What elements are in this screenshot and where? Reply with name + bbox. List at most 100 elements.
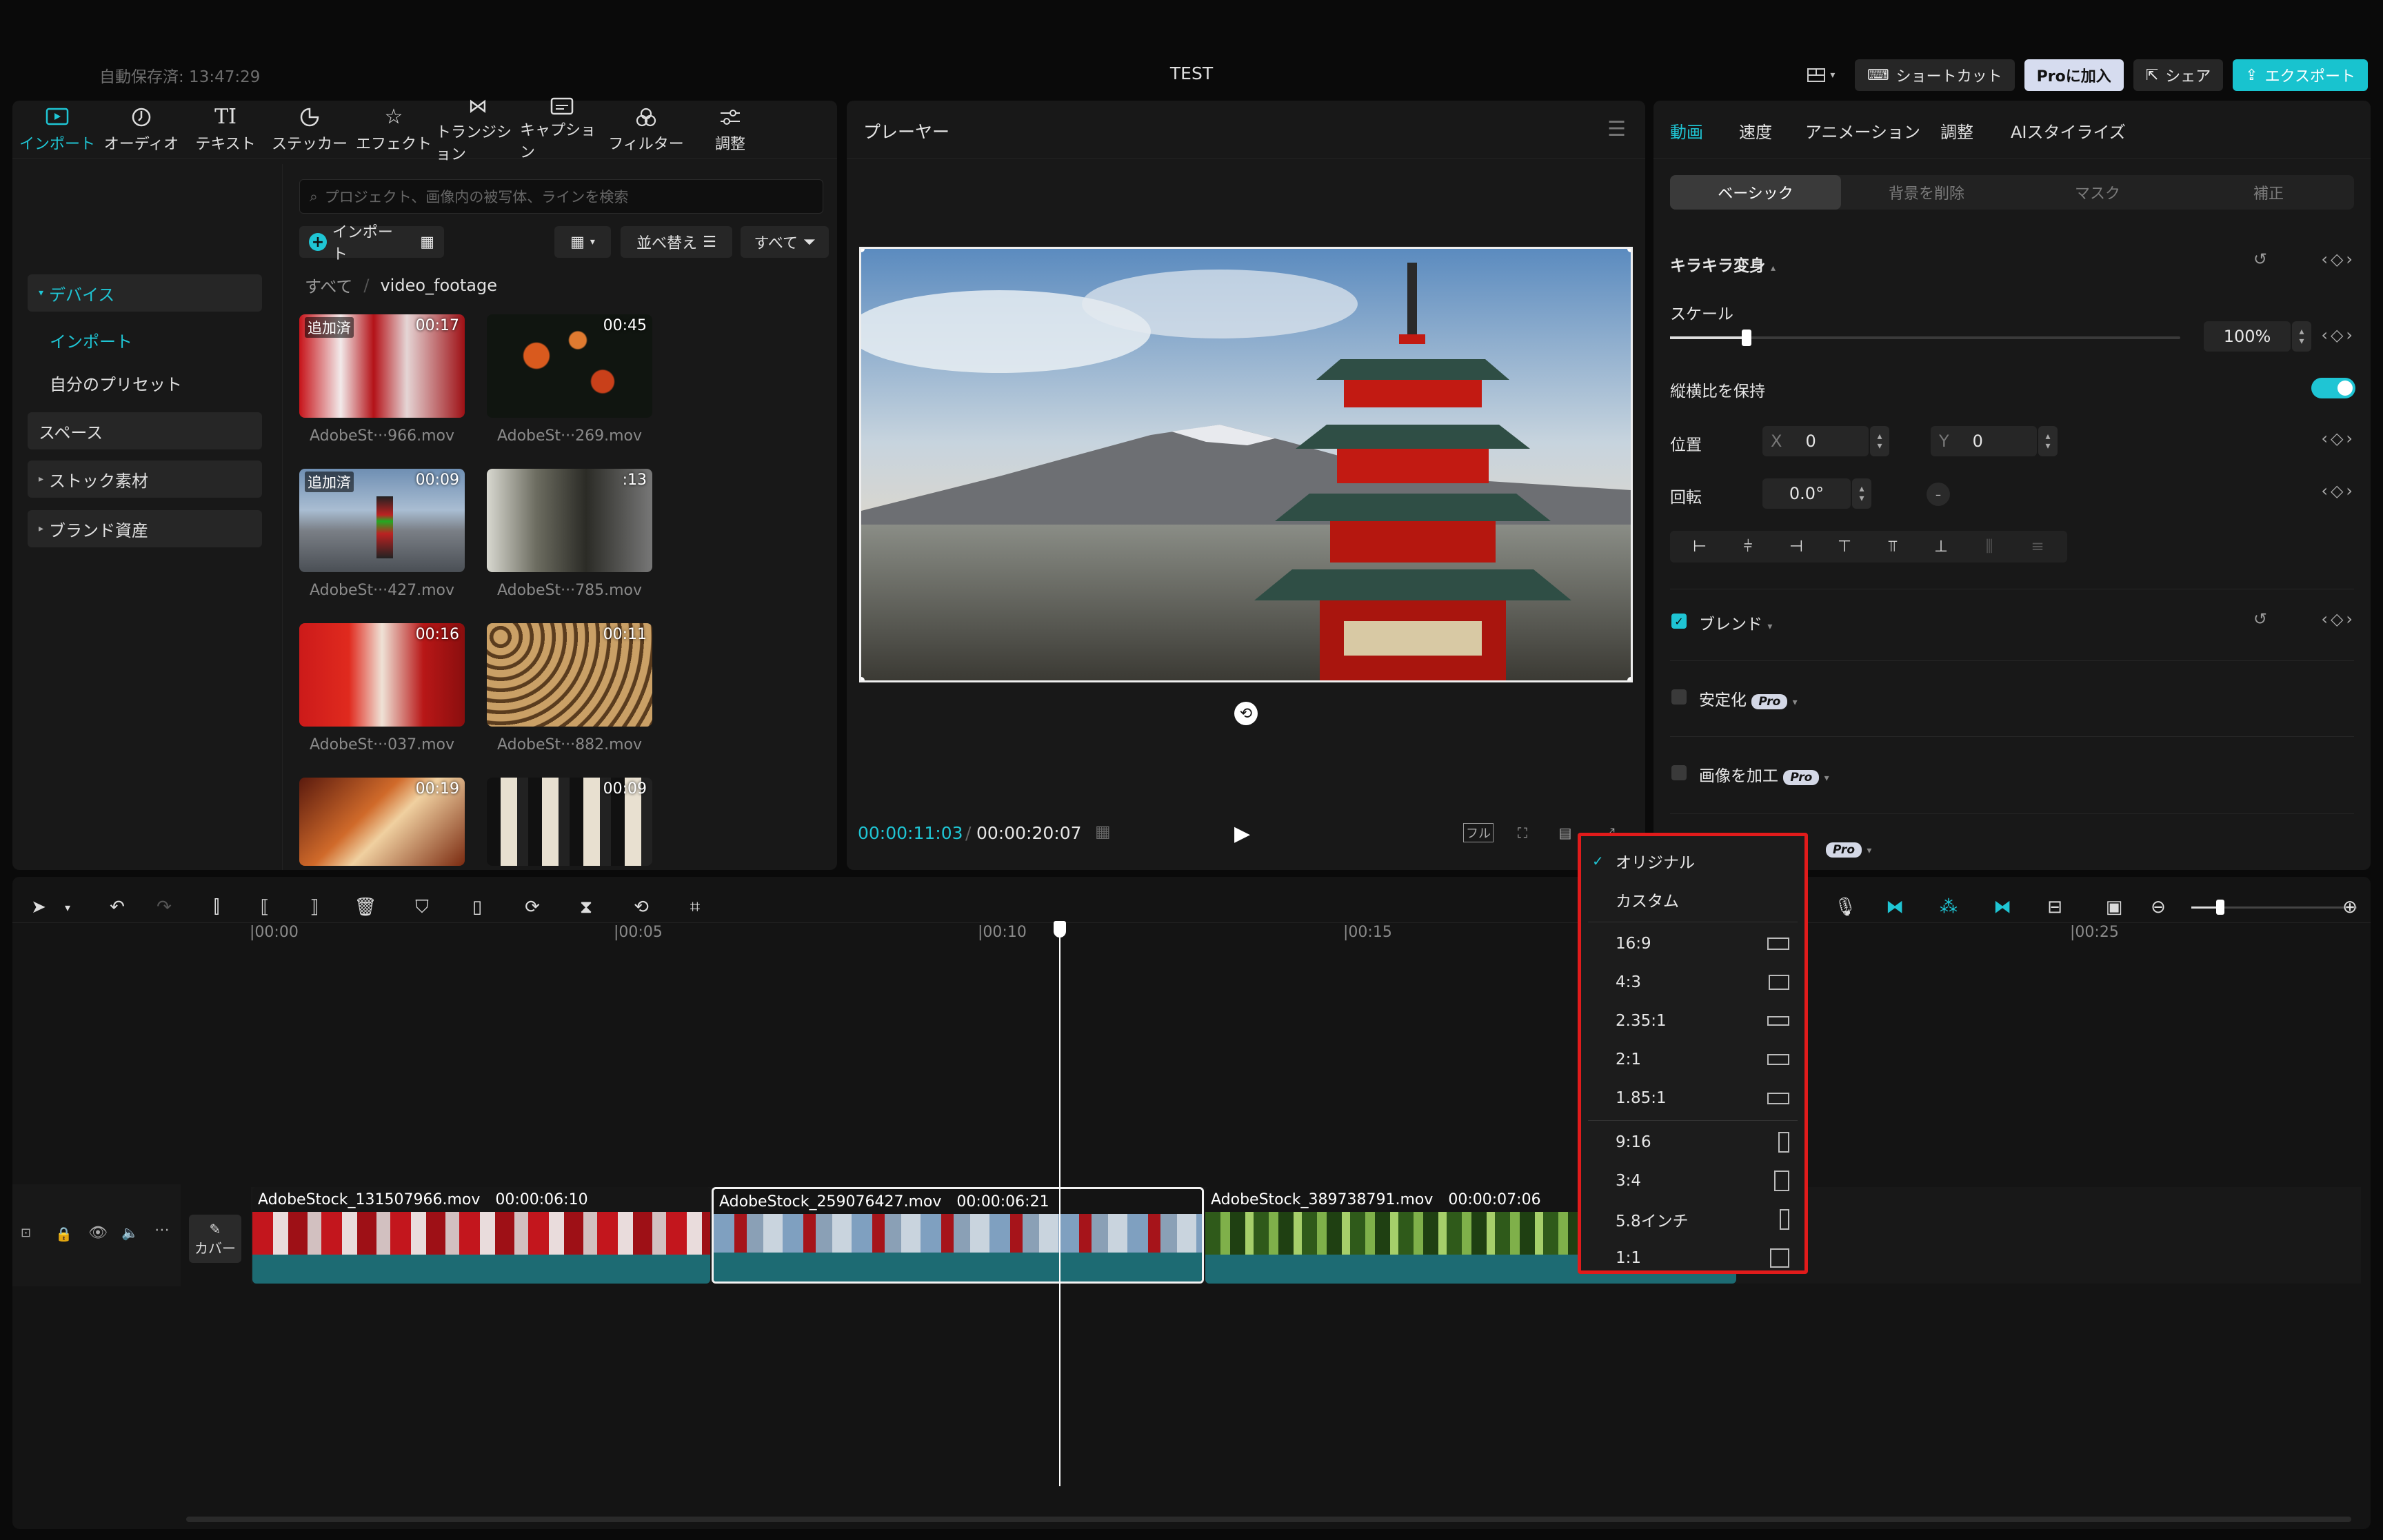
media-thumbnail[interactable]: 追加済 00:17 bbox=[299, 314, 465, 418]
tab-audio[interactable]: オーディオ bbox=[99, 101, 183, 158]
position-x-input[interactable]: X0 bbox=[1762, 426, 1869, 456]
segment-correction[interactable]: 補正 bbox=[2183, 175, 2354, 210]
keyframe-icon[interactable]: ‹◇› bbox=[2321, 429, 2355, 448]
media-thumbnail[interactable]: 00:19 bbox=[299, 778, 465, 866]
timecode-grid-icon[interactable]: ▦ bbox=[1095, 822, 1111, 841]
ratio-option-9-16[interactable]: 9:16 bbox=[1581, 1123, 1804, 1162]
keyframe-icon[interactable]: ‹◇› bbox=[2321, 481, 2355, 500]
align-top-icon[interactable]: ⊤ bbox=[1820, 538, 1869, 556]
tab-effect[interactable]: ☆ エフェクト bbox=[352, 101, 436, 158]
ratio-option-3-4[interactable]: 3:4 bbox=[1581, 1162, 1804, 1200]
freeze-icon[interactable]: ▯ bbox=[461, 891, 494, 924]
timeline-clip[interactable]: AdobeStock_131507966.mov 00:00:06:10 bbox=[252, 1187, 710, 1284]
eye-icon[interactable]: 👁 bbox=[88, 1224, 108, 1242]
ratio-option-2-35-1[interactable]: 2.35:1 bbox=[1581, 1002, 1804, 1040]
tab-adjust[interactable]: 調整 bbox=[1940, 119, 1973, 143]
sidebar-item-device[interactable]: ▾ デバイス bbox=[28, 274, 262, 312]
segment-mask[interactable]: マスク bbox=[2012, 175, 2183, 210]
preview-axis-icon[interactable]: ⧓ bbox=[1986, 891, 2019, 924]
timeline-scrollbar[interactable] bbox=[186, 1517, 2351, 1522]
sidebar-item-import[interactable]: インポート bbox=[28, 321, 262, 358]
delete-icon[interactable]: 🗑 bbox=[349, 891, 382, 924]
media-search-input[interactable]: ⌕ プロジェクト、画像内の被写体、ラインを検索 bbox=[299, 179, 823, 214]
split-icon[interactable]: ⫿ bbox=[200, 891, 233, 924]
crop-icon[interactable]: ⌗ bbox=[678, 891, 712, 924]
enhance-checkbox[interactable] bbox=[1671, 765, 1687, 780]
position-y-input[interactable]: Y0 bbox=[1931, 426, 2037, 456]
import-button[interactable]: + インポート ▦ bbox=[299, 224, 444, 263]
cover-button[interactable]: ✎ カバー bbox=[189, 1215, 241, 1263]
menu-icon[interactable]: ☰ bbox=[1607, 117, 1626, 141]
align-right-icon[interactable]: ⊣ bbox=[1772, 538, 1820, 556]
play-button[interactable]: ▶ bbox=[1234, 822, 1250, 846]
reset-icon[interactable]: ↺ bbox=[2253, 609, 2267, 629]
media-thumbnail[interactable]: 00:11 bbox=[487, 623, 652, 727]
stabilize-checkbox[interactable] bbox=[1671, 689, 1687, 705]
resize-handle[interactable] bbox=[1627, 677, 1631, 680]
breadcrumb-root[interactable]: すべて bbox=[305, 273, 352, 297]
keep-ratio-toggle[interactable] bbox=[2311, 378, 2355, 398]
link-icon[interactable]: ⁂ bbox=[1932, 891, 1965, 924]
sidebar-item-presets[interactable]: 自分のプリセット bbox=[28, 364, 262, 401]
zoom-out-icon[interactable]: ⊖ bbox=[2142, 891, 2175, 924]
scale-slider[interactable] bbox=[1670, 330, 2180, 346]
split-screen-icon[interactable]: ⊟ bbox=[2038, 891, 2071, 924]
tab-animation[interactable]: アニメーション bbox=[1805, 119, 1920, 143]
more-icon[interactable]: ⋯ bbox=[154, 1222, 170, 1239]
ratio-option-custom[interactable]: カスタム bbox=[1581, 880, 1804, 919]
media-thumbnail[interactable]: 追加済 00:09 bbox=[299, 469, 465, 572]
blend-checkbox[interactable]: ✓ bbox=[1671, 614, 1687, 629]
export-button[interactable]: ⇪ エクスポート bbox=[2233, 59, 2368, 91]
ratio-option-2-1[interactable]: 2:1 bbox=[1581, 1040, 1804, 1079]
split-left-icon[interactable]: ⟦ bbox=[248, 891, 281, 924]
reverse-icon[interactable]: ⟳ bbox=[516, 891, 549, 924]
keyframe-icon[interactable]: ‹◇› bbox=[2321, 609, 2355, 629]
scale-slider-knob[interactable] bbox=[1742, 330, 1751, 346]
sort-button[interactable]: 並べ替え ☰ bbox=[621, 226, 732, 258]
tab-sticker[interactable]: ステッカー bbox=[268, 101, 352, 158]
sidebar-item-stock[interactable]: ▸ ストック素材 bbox=[28, 460, 262, 498]
video-preview[interactable] bbox=[859, 247, 1633, 682]
align-bottom-icon[interactable]: ⊥ bbox=[1917, 538, 1965, 556]
magnet-icon[interactable]: ⧓ bbox=[1878, 891, 1911, 924]
tab-video[interactable]: 動画 bbox=[1670, 119, 1703, 143]
align-center-h-icon[interactable]: ⫩ bbox=[1724, 538, 1772, 556]
share-button[interactable]: ⇱ シェア bbox=[2133, 59, 2224, 91]
tab-adjust[interactable]: 調整 bbox=[688, 101, 772, 158]
pro-subscribe-button[interactable]: Proに加入 bbox=[2024, 59, 2124, 91]
split-right-icon[interactable]: ⟧ bbox=[298, 891, 331, 924]
ratio-option-1-85-1[interactable]: 1.85:1 bbox=[1581, 1079, 1804, 1117]
speaker-icon[interactable]: 🔈 bbox=[121, 1224, 139, 1241]
tab-transition[interactable]: ⋈ トランジション bbox=[436, 94, 520, 163]
align-center-v-icon[interactable]: ⫪ bbox=[1869, 538, 1917, 556]
full-quality-button[interactable]: フル bbox=[1463, 818, 1494, 848]
chevron-down-icon[interactable]: ▾ bbox=[51, 891, 84, 924]
aspect-ratio-icon[interactable]: ▤ bbox=[1550, 818, 1580, 848]
tab-filter[interactable]: フィルター bbox=[604, 101, 688, 158]
focus-icon[interactable]: ⛶ bbox=[1507, 818, 1538, 848]
keyframe-icon[interactable]: ‹◇› bbox=[2321, 325, 2355, 345]
undo-icon[interactable]: ↶ bbox=[101, 891, 134, 924]
filter-button[interactable]: すべて ⏷ bbox=[741, 226, 829, 258]
mark-icon[interactable]: ⛉ bbox=[405, 891, 439, 924]
lock-icon[interactable]: 🔒 bbox=[55, 1226, 72, 1242]
rotation-dial[interactable]: – bbox=[1927, 483, 1950, 506]
select-tool-icon[interactable]: ➤ bbox=[22, 891, 55, 924]
scale-stepper[interactable]: ▴ ▾ bbox=[2292, 321, 2311, 352]
view-toggle-button[interactable]: ▦ ▾ bbox=[554, 226, 611, 258]
tab-import[interactable]: インポート bbox=[15, 101, 99, 158]
segment-remove-bg[interactable]: 背景を削除 bbox=[1841, 175, 2012, 210]
media-thumbnail[interactable]: 00:45 bbox=[487, 314, 652, 418]
rotation-stepper[interactable]: ▴ ▾ bbox=[1852, 478, 1871, 509]
ratio-option-1-1[interactable]: 1:1 bbox=[1581, 1239, 1804, 1277]
stabilize-section-title[interactable]: 安定化 Pro ▾ bbox=[1699, 687, 1798, 710]
media-thumbnail[interactable]: 00:16 bbox=[299, 623, 465, 727]
position-y-stepper[interactable]: ▴ ▾ bbox=[2038, 426, 2058, 456]
tab-speed[interactable]: 速度 bbox=[1739, 119, 1772, 143]
sidebar-item-brand[interactable]: ▸ ブランド資産 bbox=[28, 510, 262, 547]
ratio-option-4-3[interactable]: 4:3 bbox=[1581, 963, 1804, 1002]
zoom-slider-knob[interactable] bbox=[2216, 900, 2224, 915]
mirror-icon[interactable]: ⧗ bbox=[570, 891, 603, 924]
rotation-input[interactable]: 0.0° bbox=[1762, 478, 1851, 509]
tab-text[interactable]: TI テキスト bbox=[183, 101, 268, 158]
